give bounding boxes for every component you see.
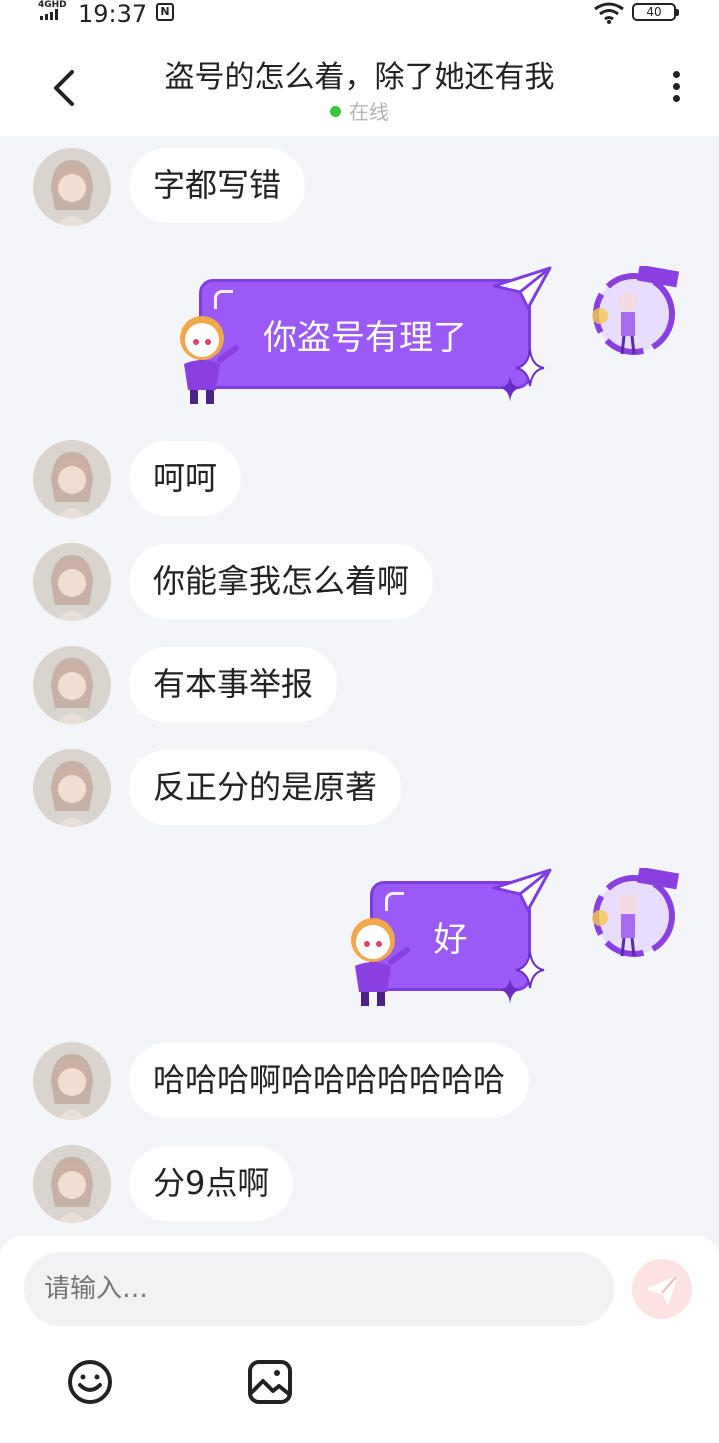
wifi-icon: [594, 2, 624, 24]
contact-avatar[interactable]: [33, 440, 111, 518]
contact-avatar[interactable]: [33, 1042, 111, 1120]
contact-avatar[interactable]: [33, 646, 111, 724]
message-bubble[interactable]: 分9点啊: [129, 1146, 294, 1221]
message-bubble[interactable]: 哈哈哈啊哈哈哈哈哈哈哈: [129, 1043, 530, 1118]
self-avatar[interactable]: [588, 866, 680, 960]
sparkle-decoration-icon: [500, 349, 545, 402]
contact-avatar[interactable]: [33, 148, 111, 226]
paper-plane-decoration-icon: [492, 868, 552, 912]
send-button[interactable]: [632, 1259, 692, 1319]
message-bubble-self[interactable]: 你盗号有理了: [199, 279, 531, 389]
chat-title: 盗号的怎么着，除了她还有我: [164, 60, 555, 95]
message-bubble[interactable]: 呵呵: [129, 441, 242, 516]
self-avatar[interactable]: [588, 264, 680, 358]
chat-header: 盗号的怎么着，除了她还有我 在线: [0, 30, 719, 136]
contact-avatar[interactable]: [33, 749, 111, 827]
more-icon[interactable]: [664, 68, 688, 108]
paper-plane-decoration-icon: [492, 266, 552, 310]
message-bubble[interactable]: 有本事举报: [129, 647, 338, 722]
message-bubble[interactable]: 你能拿我怎么着啊: [129, 544, 434, 619]
online-status: 在线: [0, 96, 719, 125]
sparkle-decoration-icon: [500, 951, 545, 1004]
mascot-sticker-icon: [180, 316, 239, 404]
contact-avatar[interactable]: [33, 1145, 111, 1223]
signal-icon: [40, 9, 58, 20]
battery-icon: 40: [632, 3, 679, 21]
notification-icon: N: [156, 3, 174, 21]
message-composer: [0, 1236, 719, 1443]
contact-avatar[interactable]: [33, 543, 111, 621]
image-icon[interactable]: [247, 1359, 293, 1405]
message-input[interactable]: [24, 1252, 614, 1326]
emoji-icon[interactable]: [67, 1359, 113, 1405]
send-icon: [647, 1276, 677, 1304]
online-label: 在线: [349, 100, 389, 124]
message-bubble[interactable]: 字都写错: [129, 148, 306, 223]
online-dot-icon: [330, 106, 341, 117]
mascot-sticker-icon: [351, 918, 410, 1006]
message-bubble[interactable]: 反正分的是原著: [129, 750, 402, 825]
status-time: 19:37: [78, 0, 148, 28]
status-bar: 4GHD 19:37 N 40: [0, 0, 719, 30]
